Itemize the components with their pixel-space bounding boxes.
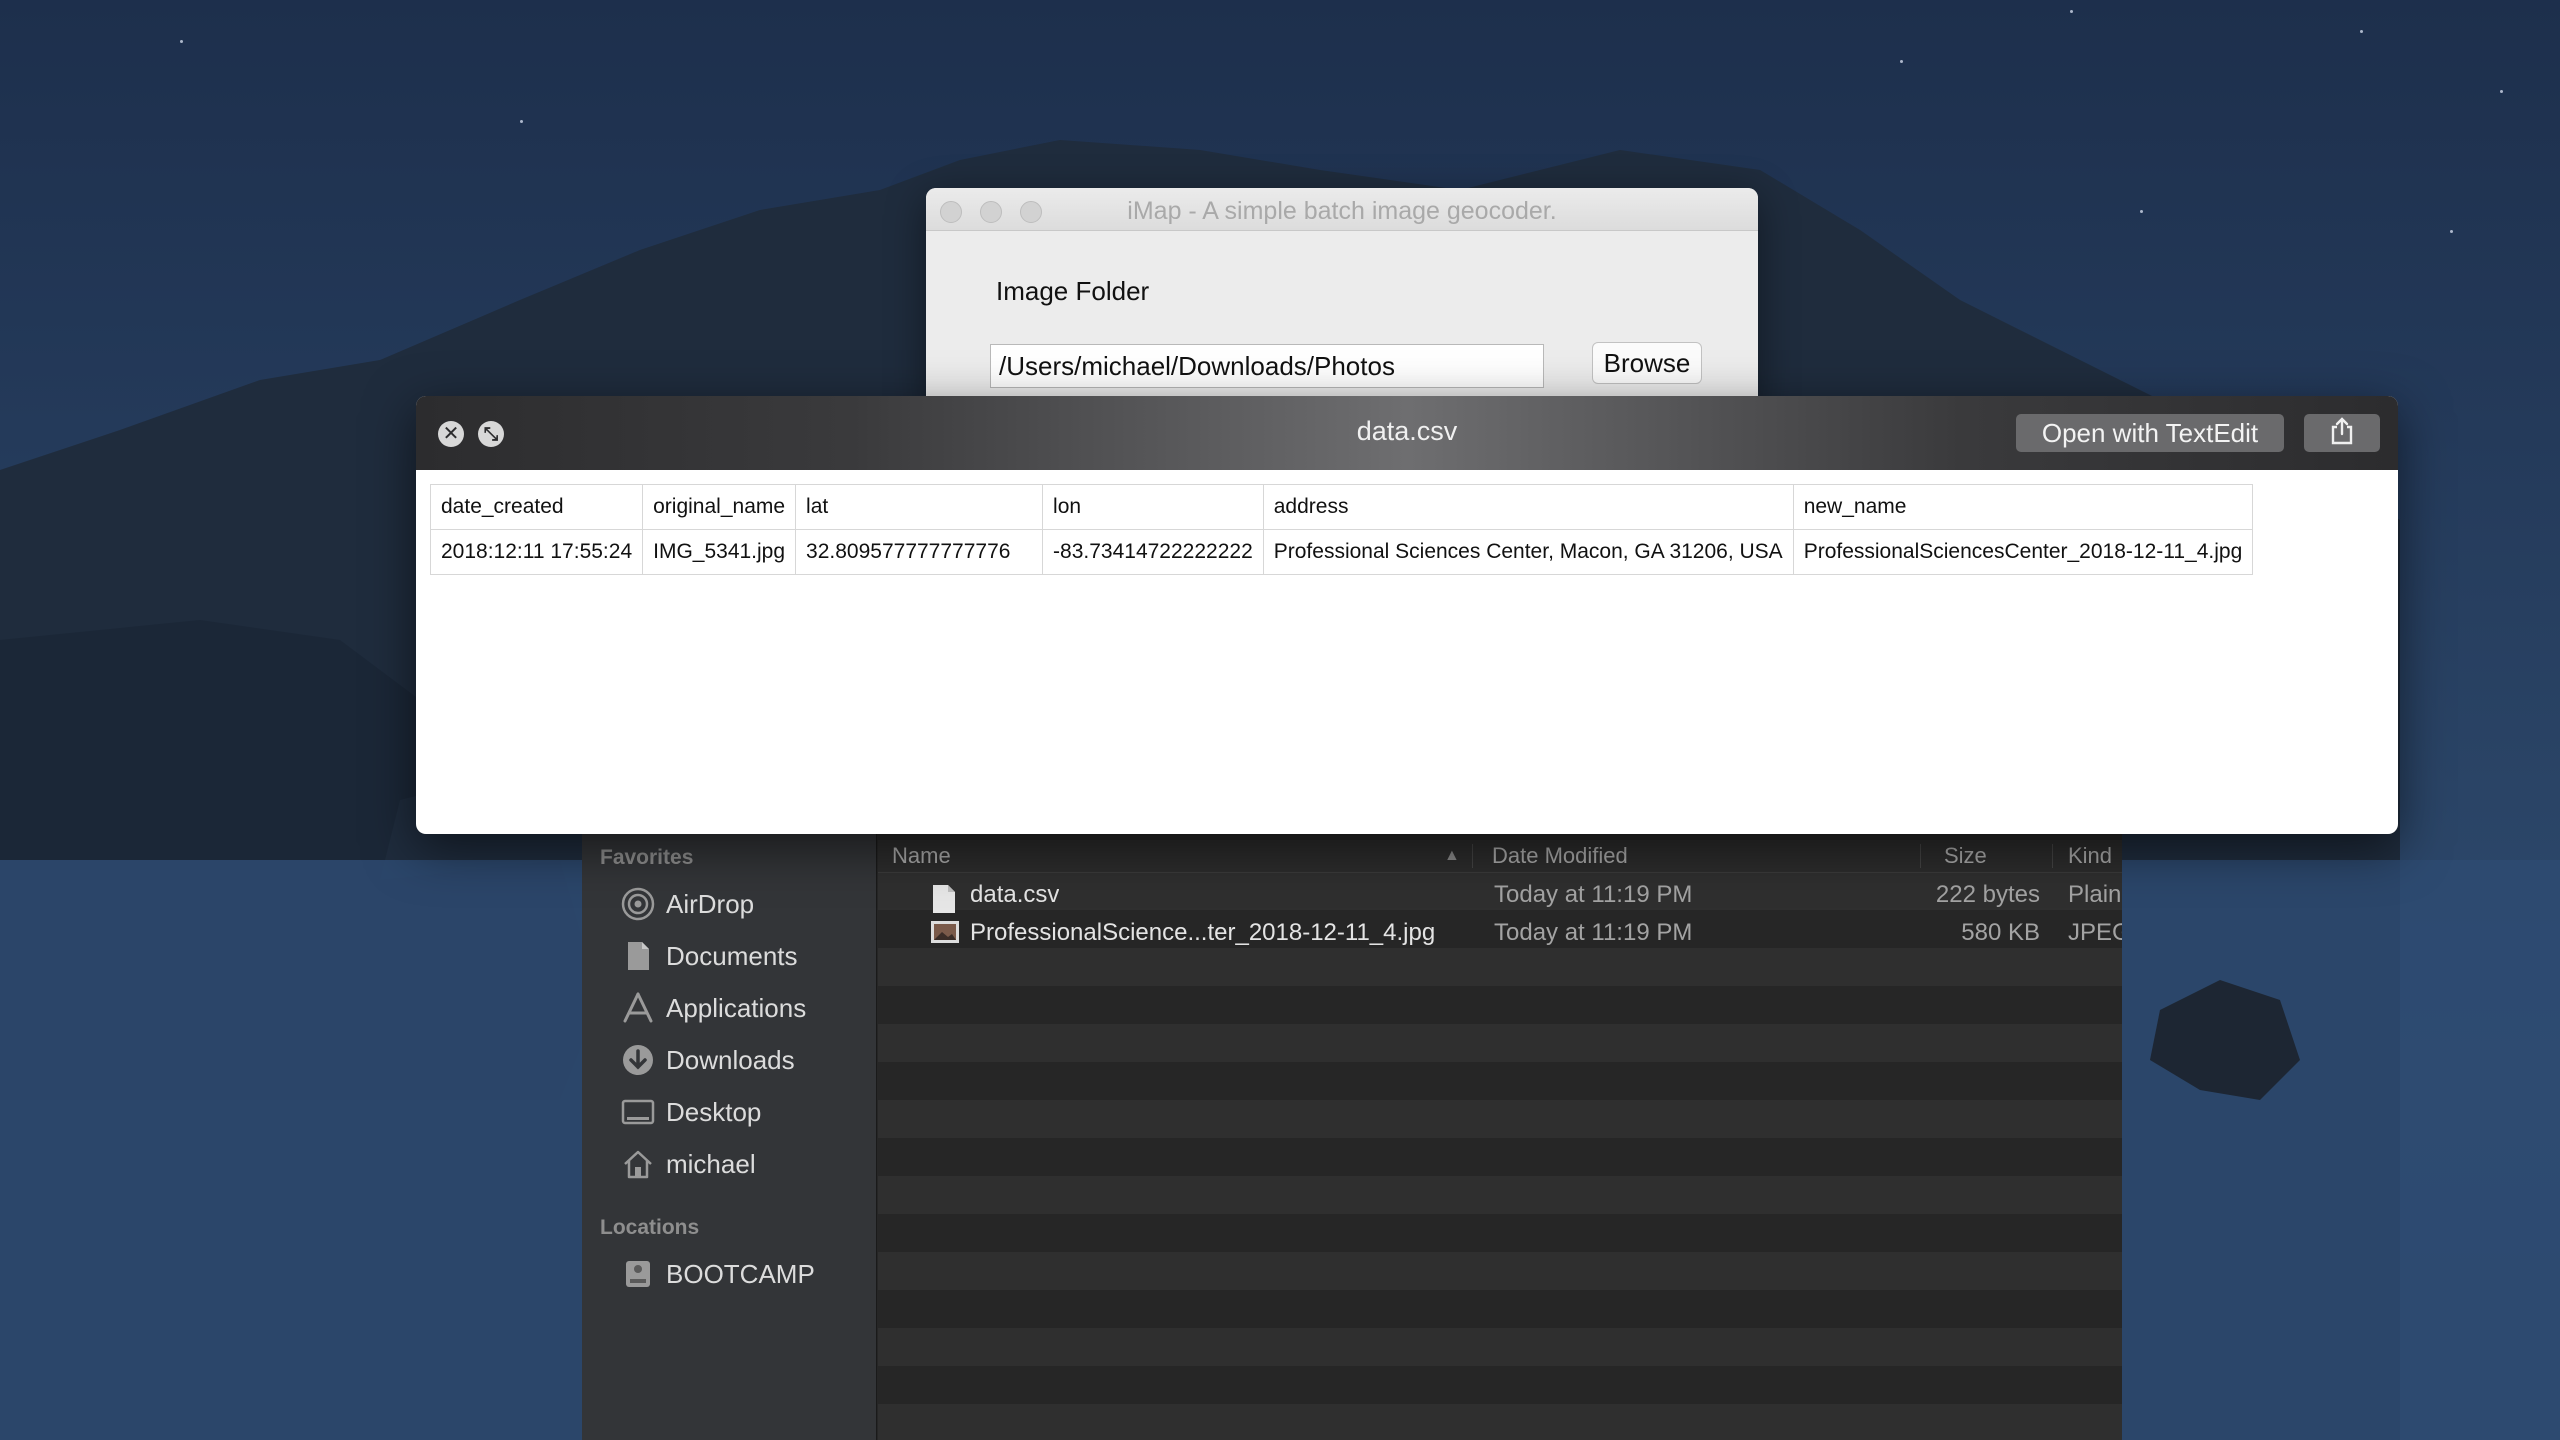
column-header: Name ▲ Date Modified Size Kind [878,840,2122,873]
table-cell: -83.73414722222222 [1042,529,1264,575]
file-size: 580 KB [1961,919,2040,946]
file-date: Today at 11:19 PM [1494,881,1693,908]
sidebar-item-airdrop[interactable]: AirDrop [620,884,860,924]
applications-icon [620,990,656,1026]
folder-path-input[interactable]: /Users/michael/Downloads/Photos [990,344,1544,388]
desktop-icon [620,1094,656,1130]
sidebar-item-documents[interactable]: Documents [620,936,860,976]
downloads-icon [620,1042,656,1078]
table-cell: IMG_5341.jpg [642,529,797,575]
file-date: Today at 11:19 PM [1494,919,1693,946]
sidebar-item-desktop[interactable]: Desktop [620,1092,860,1132]
column-date-header[interactable]: Date Modified [1492,840,1628,872]
column-name-header[interactable]: Name [892,840,951,872]
table-cell: ProfessionalSciencesCenter_2018-12-11_4.… [1792,529,2254,575]
locations-heading: Locations [600,1216,700,1239]
list-stripe [878,1214,2122,1252]
list-stripe [878,1290,2122,1328]
sidebar-item-label: AirDrop [666,888,755,919]
column-header-cell: lon [1042,484,1264,530]
share-button[interactable] [2304,414,2380,452]
image-file-icon [930,914,962,952]
documents-icon [620,938,656,974]
sidebar-item-downloads[interactable]: Downloads [620,1040,860,1080]
list-stripe [878,1138,2122,1176]
table-cell: Professional Sciences Center, Macon, GA … [1262,529,1794,575]
file-kind: Plain T [2068,881,2122,908]
list-stripe [878,1062,2122,1100]
list-stripe [878,1176,2122,1214]
list-stripe [878,1024,2122,1062]
file-kind: JPEG i [2068,919,2122,946]
sidebar-item-label: Documents [666,940,798,971]
finder-window: Favorites AirDrop Documents Applications… [582,820,2122,1440]
list-stripe [878,986,2122,1024]
column-size-header[interactable]: Size [1944,840,1987,872]
browse-button[interactable]: Browse [1592,342,1702,384]
table-header-row: date_created original_name lat lon addre… [429,484,2254,530]
csv-table: date_created original_name lat lon addre… [429,484,2254,575]
quicklook-panel: ✕ ⤡ data.csv Open with TextEdit date_cre… [416,396,2398,834]
text-file-icon [932,880,960,918]
column-header-cell: lat [795,484,1044,530]
list-stripe [878,1366,2122,1404]
file-name: data.csv [970,881,1060,908]
column-header-cell: address [1262,484,1794,530]
column-header-cell: date_created [429,484,644,530]
file-name: ProfessionalScience...ter_2018-12-11_4.j… [970,919,1436,946]
column-kind-header[interactable]: Kind [2068,840,2112,872]
quicklook-titlebar[interactable]: ✕ ⤡ data.csv Open with TextEdit [416,396,2398,470]
open-with-textedit-button[interactable]: Open with TextEdit [2016,414,2284,452]
table-row[interactable]: ProfessionalScience...ter_2018-12-11_4.j… [878,914,2122,952]
finder-sidebar: Favorites AirDrop Documents Applications… [582,820,877,1440]
column-header-cell: original_name [642,484,797,530]
favorites-heading: Favorites [600,846,694,869]
table-cell: 32.809577777777776 [795,529,1044,575]
table-cell: 2018:12:11 17:55:24 [429,529,644,575]
list-stripe [878,1328,2122,1366]
sidebar-item-label: Downloads [666,1044,795,1075]
sidebar-item-label: michael [666,1148,756,1179]
sidebar-item-label: Applications [666,992,807,1023]
column-header-cell: new_name [1792,484,2254,530]
csv-preview: date_created original_name lat lon addre… [420,470,2394,830]
image-folder-label: Image Folder [996,276,1150,306]
column-divider[interactable] [2052,844,2053,868]
sidebar-item-home[interactable]: michael [620,1144,860,1184]
home-icon [620,1146,656,1182]
airdrop-icon [620,886,656,922]
table-row: 2018:12:11 17:55:24 IMG_5341.jpg 32.8095… [429,529,2254,575]
finder-file-list: Name ▲ Date Modified Size Kind data.csv … [878,820,2122,1440]
sidebar-item-bootcamp[interactable]: BOOTCAMP [620,1254,860,1294]
list-stripe [878,1404,2122,1440]
column-divider[interactable] [1472,844,1473,868]
share-icon [2329,416,2355,450]
table-row[interactable]: data.csv Today at 11:19 PM 222 bytes Pla… [878,876,2122,914]
file-size: 222 bytes [1935,881,2040,908]
column-divider[interactable] [1920,844,1921,868]
list-stripe [878,1252,2122,1290]
list-stripe [878,948,2122,986]
list-stripe [878,1100,2122,1138]
imap-body: Image Folder /Users/michael/Downloads/Ph… [926,188,1758,408]
imap-window: iMap - A simple batch image geocoder. Im… [926,188,1758,408]
sidebar-item-applications[interactable]: Applications [620,988,860,1028]
sidebar-item-label: BOOTCAMP [666,1258,815,1289]
disk-icon [620,1256,656,1292]
sort-ascending-icon[interactable]: ▲ [1444,840,1460,872]
sidebar-item-label: Desktop [666,1096,762,1127]
